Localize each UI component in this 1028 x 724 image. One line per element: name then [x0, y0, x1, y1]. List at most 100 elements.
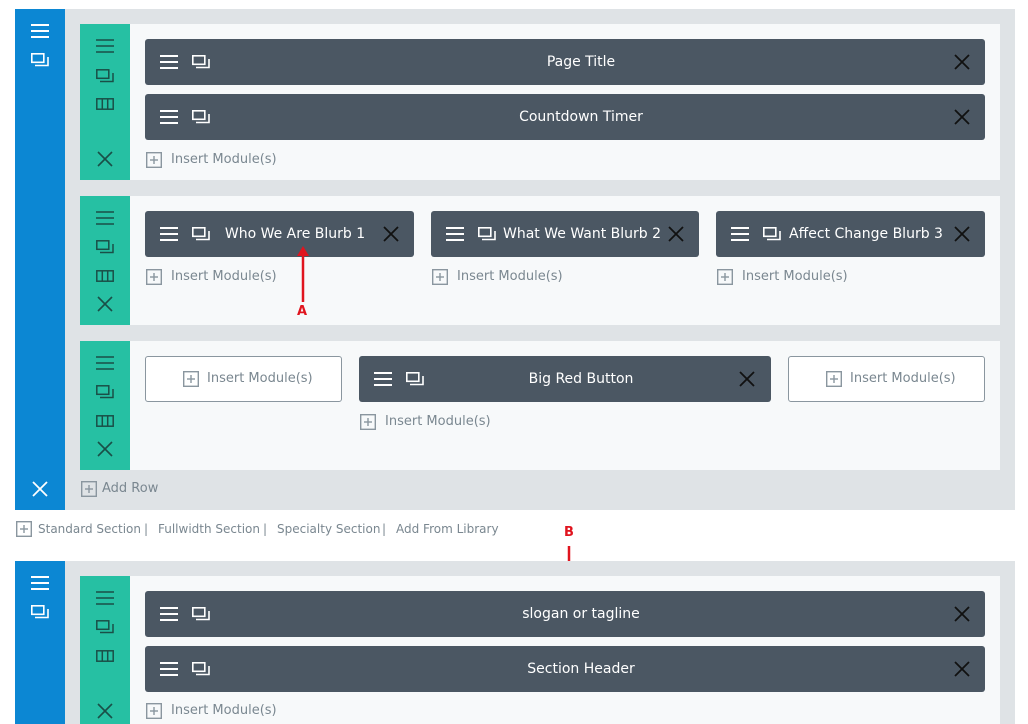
hamburger-icon[interactable]: [160, 110, 178, 124]
insert-module-box[interactable]: Insert Module(s): [145, 356, 342, 402]
insert-module-label: Insert Module(s): [850, 371, 956, 386]
row-2: Who We Are Blurb 1 What We Want Blurb 2 …: [80, 196, 1000, 325]
section-2: slogan or tagline Section Header Insert …: [15, 561, 1015, 724]
columns-icon[interactable]: [96, 415, 114, 427]
hamburger-icon[interactable]: [374, 372, 392, 386]
duplicate-icon[interactable]: [96, 620, 114, 634]
insert-module-link[interactable]: Insert Module(s): [431, 268, 631, 286]
module-title: Big Red Button: [528, 371, 634, 387]
section-2-handle[interactable]: [15, 561, 65, 724]
hamburger-icon[interactable]: [731, 227, 749, 241]
close-icon[interactable]: [739, 371, 755, 387]
separator: |: [263, 522, 268, 536]
insert-module-link[interactable]: Insert Module(s): [359, 413, 559, 431]
insert-module-box[interactable]: Insert Module(s): [788, 356, 985, 402]
insert-module-label: Insert Module(s): [742, 269, 848, 284]
row-1: Page Title Countdown Timer Insert Module…: [80, 24, 1000, 180]
duplicate-icon[interactable]: [192, 607, 210, 621]
close-icon[interactable]: [668, 226, 684, 242]
columns-icon[interactable]: [96, 270, 114, 282]
insert-module-label: Insert Module(s): [171, 152, 277, 167]
row-3: Insert Module(s) Big Red Button Insert M…: [80, 341, 1000, 470]
annotation-label-a: A: [297, 304, 308, 319]
duplicate-icon[interactable]: [31, 53, 49, 67]
duplicate-icon[interactable]: [96, 69, 114, 83]
close-icon[interactable]: [954, 54, 970, 70]
module-blurb-1[interactable]: Who We Are Blurb 1: [145, 211, 414, 257]
module-slogan[interactable]: slogan or tagline: [145, 591, 985, 637]
module-title: Affect Change Blurb 3: [789, 226, 943, 242]
add-row-label: Add Row: [102, 481, 159, 496]
close-icon[interactable]: [954, 109, 970, 125]
hamburger-icon[interactable]: [160, 55, 178, 69]
insert-module-link[interactable]: Insert Module(s): [716, 268, 916, 286]
hamburger-icon[interactable]: [96, 591, 114, 605]
hamburger-icon[interactable]: [31, 24, 49, 38]
hamburger-icon[interactable]: [96, 356, 114, 370]
duplicate-icon[interactable]: [478, 227, 496, 241]
module-blurb-3[interactable]: Affect Change Blurb 3: [716, 211, 985, 257]
row-1-handle[interactable]: [80, 24, 130, 180]
hamburger-icon[interactable]: [160, 662, 178, 676]
section-1-handle[interactable]: [15, 9, 65, 510]
columns-icon[interactable]: [96, 98, 114, 110]
specialty-section-link[interactable]: Specialty Section: [277, 522, 380, 536]
plus-square-icon: [145, 702, 163, 720]
close-icon[interactable]: [97, 296, 113, 312]
close-icon[interactable]: [97, 703, 113, 719]
duplicate-icon[interactable]: [192, 227, 210, 241]
module-title: Who We Are Blurb 1: [224, 226, 366, 242]
duplicate-icon[interactable]: [31, 605, 49, 619]
close-icon[interactable]: [97, 441, 113, 457]
section-1: Page Title Countdown Timer Insert Module…: [15, 9, 1015, 510]
annotation-arrow-a: [297, 246, 309, 302]
plus-square-icon: [182, 370, 200, 388]
plus-square-icon: [431, 268, 449, 286]
insert-module-link[interactable]: Insert Module(s): [145, 151, 345, 169]
close-icon[interactable]: [32, 481, 48, 497]
plus-square-icon: [825, 370, 843, 388]
module-title: Countdown Timer: [519, 109, 643, 125]
plus-square-icon: [716, 268, 734, 286]
module-big-red-button[interactable]: Big Red Button: [359, 356, 771, 402]
module-countdown-timer[interactable]: Countdown Timer: [145, 94, 985, 140]
standard-section-link[interactable]: Standard Section: [38, 522, 141, 536]
hamburger-icon[interactable]: [31, 576, 49, 590]
duplicate-icon[interactable]: [96, 385, 114, 399]
duplicate-icon[interactable]: [192, 662, 210, 676]
add-from-library-link[interactable]: Add From Library: [396, 522, 499, 536]
columns-icon[interactable]: [96, 650, 114, 662]
plus-square-icon: [145, 268, 163, 286]
duplicate-icon[interactable]: [192, 55, 210, 69]
insert-module-label: Insert Module(s): [457, 269, 563, 284]
close-icon[interactable]: [383, 226, 399, 242]
module-section-header[interactable]: Section Header: [145, 646, 985, 692]
duplicate-icon[interactable]: [763, 227, 781, 241]
close-icon[interactable]: [954, 226, 970, 242]
row-3-handle[interactable]: [80, 341, 130, 470]
duplicate-icon[interactable]: [192, 110, 210, 124]
insert-module-link[interactable]: Insert Module(s): [145, 268, 345, 286]
hamburger-icon[interactable]: [96, 39, 114, 53]
hamburger-icon[interactable]: [446, 227, 464, 241]
add-row-link[interactable]: Add Row: [80, 480, 200, 498]
module-title: Section Header: [527, 661, 635, 677]
duplicate-icon[interactable]: [406, 372, 424, 386]
insert-module-link[interactable]: Insert Module(s): [145, 702, 345, 720]
hamburger-icon[interactable]: [96, 211, 114, 225]
module-blurb-2[interactable]: What We Want Blurb 2: [431, 211, 699, 257]
close-icon[interactable]: [97, 151, 113, 167]
hamburger-icon[interactable]: [160, 607, 178, 621]
plus-square-icon: [15, 520, 33, 538]
row-2-handle[interactable]: [80, 196, 130, 325]
hamburger-icon[interactable]: [160, 227, 178, 241]
close-icon[interactable]: [954, 661, 970, 677]
close-icon[interactable]: [954, 606, 970, 622]
duplicate-icon[interactable]: [96, 240, 114, 254]
module-page-title[interactable]: Page Title: [145, 39, 985, 85]
fullwidth-section-link[interactable]: Fullwidth Section: [158, 522, 260, 536]
row-4: slogan or tagline Section Header Insert …: [80, 576, 1000, 724]
plus-square-icon: [80, 480, 98, 498]
annotation-label-b: B: [564, 525, 574, 540]
row-4-handle[interactable]: [80, 576, 130, 724]
